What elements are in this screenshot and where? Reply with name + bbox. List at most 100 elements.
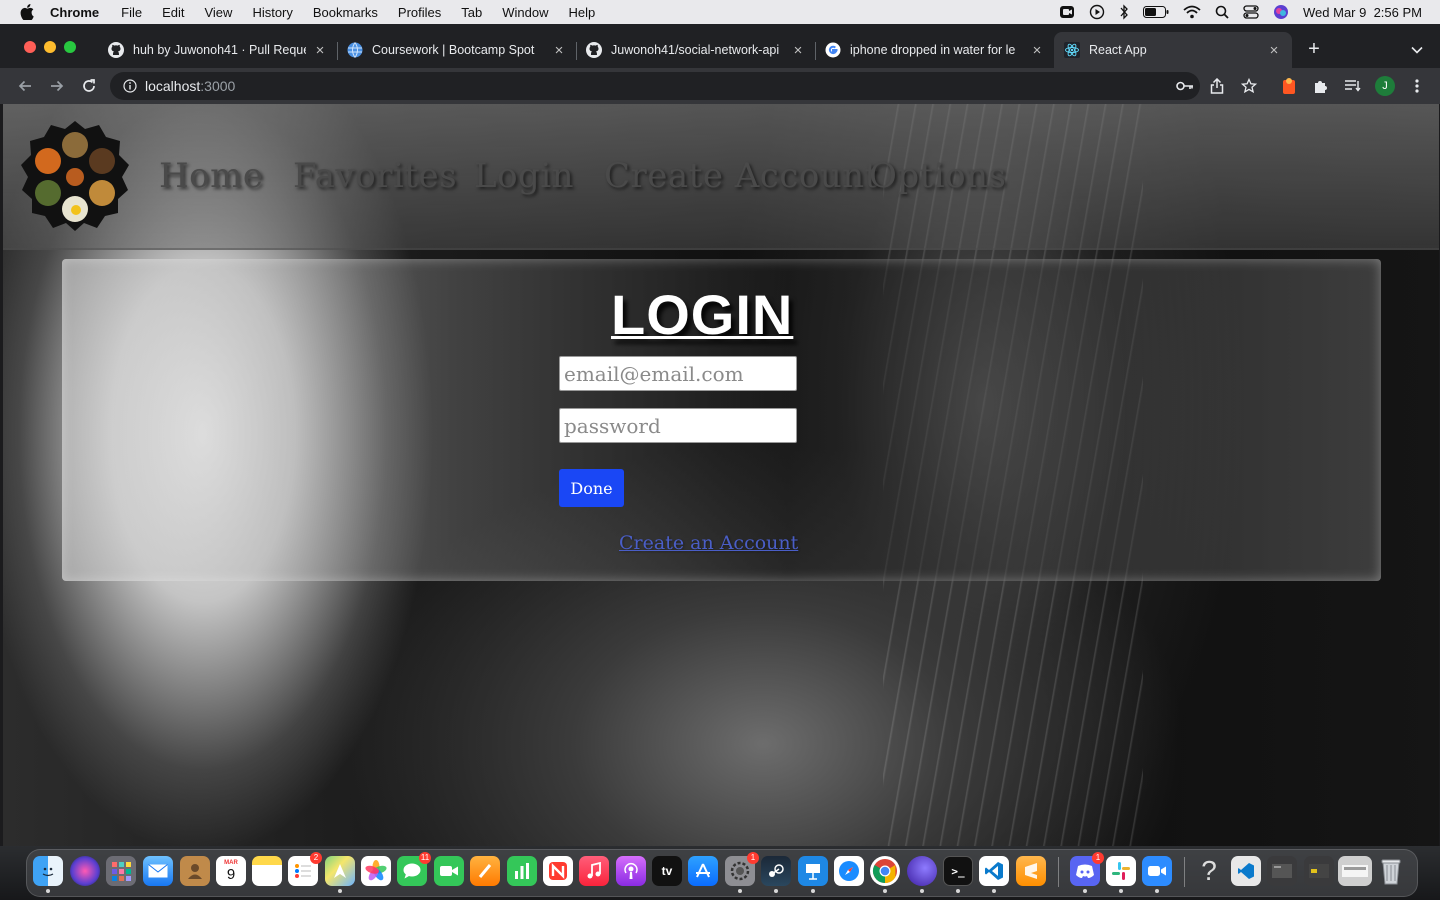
email-input[interactable]	[559, 356, 797, 391]
back-arrow-icon[interactable]	[15, 76, 35, 96]
messages-icon[interactable]: 11	[397, 852, 431, 886]
night-app-icon[interactable]	[907, 856, 937, 886]
browser-tab[interactable]: huh by Juwonoh41 · Pull Reque ×	[98, 32, 338, 68]
nav-link-create-account[interactable]: Create Account	[604, 156, 879, 196]
create-account-link[interactable]: Create an Account	[619, 532, 798, 554]
password-input[interactable]	[559, 408, 797, 443]
safari-icon[interactable]	[834, 856, 864, 886]
extension-red-icon[interactable]	[1279, 76, 1299, 96]
wifi-icon[interactable]	[1183, 5, 1201, 19]
browser-tab[interactable]: Juwonoh41/social-network-api ×	[576, 32, 816, 68]
chrome-menu-kebab-icon[interactable]	[1407, 76, 1427, 96]
new-tab-button[interactable]: +	[1305, 39, 1323, 59]
tab-close-icon[interactable]: ×	[1266, 42, 1282, 59]
menu-tab[interactable]: Tab	[461, 5, 482, 20]
nav-link-favorites[interactable]: Favorites	[293, 156, 457, 196]
reload-icon[interactable]	[79, 76, 99, 96]
mail-icon[interactable]	[143, 856, 173, 886]
menu-view[interactable]: View	[204, 5, 232, 20]
system-preferences-icon[interactable]: 1	[725, 852, 759, 886]
podcasts-icon[interactable]	[616, 856, 646, 886]
photos-icon[interactable]	[361, 856, 391, 886]
reminders-icon[interactable]: 2	[288, 852, 322, 886]
music-icon[interactable]	[579, 856, 609, 886]
site-info-icon[interactable]	[123, 79, 137, 93]
browser-toolbar: localhost:3000 J	[0, 68, 1440, 104]
vscode-folder-icon[interactable]	[1231, 856, 1261, 886]
finder-icon[interactable]	[33, 856, 63, 886]
url-port: :3000	[200, 78, 236, 94]
tab-close-icon[interactable]: ×	[1029, 42, 1045, 59]
key-icon[interactable]	[1175, 76, 1195, 96]
done-button[interactable]: Done	[559, 469, 624, 507]
news-icon[interactable]	[543, 856, 573, 886]
terminal-icon[interactable]: >_	[943, 856, 973, 886]
menu-file[interactable]: File	[121, 5, 142, 20]
bookmark-star-icon[interactable]	[1239, 76, 1259, 96]
extensions-puzzle-icon[interactable]	[1311, 76, 1331, 96]
launchpad-icon[interactable]	[106, 856, 136, 886]
siri-icon[interactable]	[1273, 4, 1289, 20]
bluetooth-icon[interactable]	[1119, 4, 1129, 20]
tab-close-icon[interactable]: ×	[551, 42, 567, 59]
discord-icon[interactable]: 1	[1070, 852, 1104, 886]
dock-running-indicator	[46, 889, 50, 893]
app-store-icon[interactable]	[688, 856, 718, 886]
battery-icon[interactable]	[1143, 6, 1169, 18]
pages-icon[interactable]	[470, 856, 500, 886]
nav-link-options[interactable]: Options	[869, 156, 1007, 196]
facetime-icon[interactable]	[434, 856, 464, 886]
tab-close-icon[interactable]: ×	[790, 42, 806, 59]
spotlight-search-icon[interactable]	[1215, 5, 1229, 19]
apple-menu-icon[interactable]	[20, 4, 36, 20]
apple-tv-icon[interactable]: tv	[652, 856, 682, 886]
address-bar[interactable]: localhost:3000	[110, 72, 1200, 100]
profile-avatar[interactable]: J	[1375, 76, 1395, 96]
menu-window[interactable]: Window	[502, 5, 548, 20]
contacts-icon[interactable]	[180, 856, 210, 886]
sublime-text-icon[interactable]	[1016, 856, 1046, 886]
siri-dock-icon[interactable]	[70, 856, 100, 886]
browser-tab-active[interactable]: React App ×	[1054, 32, 1292, 68]
menu-bookmarks[interactable]: Bookmarks	[313, 5, 378, 20]
play-circle-icon[interactable]	[1089, 4, 1105, 20]
browser-tab[interactable]: Coursework | Bootcamp Spot ×	[337, 32, 577, 68]
reading-list-icon[interactable]	[1343, 76, 1363, 96]
keynote-icon[interactable]	[798, 856, 828, 886]
steam-icon[interactable]	[761, 856, 791, 886]
menu-profiles[interactable]: Profiles	[398, 5, 441, 20]
browser-tab[interactable]: iphone dropped in water for le ×	[815, 32, 1055, 68]
menu-edit[interactable]: Edit	[162, 5, 184, 20]
menu-app-name[interactable]: Chrome	[50, 5, 99, 20]
screenshot-thumbnail-icon[interactable]	[1267, 856, 1297, 886]
revolver-cylinder-logo-icon[interactable]	[18, 119, 132, 233]
trash-icon[interactable]	[1376, 856, 1406, 886]
maps-icon[interactable]	[325, 856, 355, 886]
slack-icon[interactable]	[1106, 856, 1136, 886]
tab-title: React App	[1089, 43, 1147, 57]
downloads-stack-icon[interactable]	[1338, 856, 1372, 886]
menu-history[interactable]: History	[252, 5, 292, 20]
numbers-icon[interactable]	[507, 856, 537, 886]
menu-help[interactable]: Help	[569, 5, 596, 20]
control-center-icon[interactable]	[1243, 5, 1259, 19]
screenshot-thumbnail-icon[interactable]	[1304, 856, 1334, 886]
calendar-icon[interactable]: MAR 9	[216, 856, 246, 886]
screen-record-icon[interactable]	[1059, 5, 1075, 19]
vscode-icon[interactable]	[979, 856, 1009, 886]
dock-running-indicator	[1155, 889, 1159, 893]
forward-arrow-icon[interactable]	[47, 76, 67, 96]
notes-icon[interactable]	[252, 856, 282, 886]
tab-search-chevron-icon[interactable]	[1410, 43, 1424, 57]
menu-datetime[interactable]: Wed Mar 9 2:56 PM	[1303, 5, 1422, 20]
window-zoom-button[interactable]	[64, 41, 76, 53]
help-question-icon[interactable]: ?	[1194, 855, 1224, 886]
window-close-button[interactable]	[24, 41, 36, 53]
tab-close-icon[interactable]: ×	[312, 42, 328, 59]
nav-link-login[interactable]: Login	[474, 156, 574, 196]
share-icon[interactable]	[1207, 76, 1227, 96]
nav-link-home[interactable]: Home	[159, 156, 263, 196]
window-minimize-button[interactable]	[44, 41, 56, 53]
zoom-icon[interactable]	[1142, 856, 1172, 886]
chrome-icon[interactable]	[870, 856, 900, 886]
